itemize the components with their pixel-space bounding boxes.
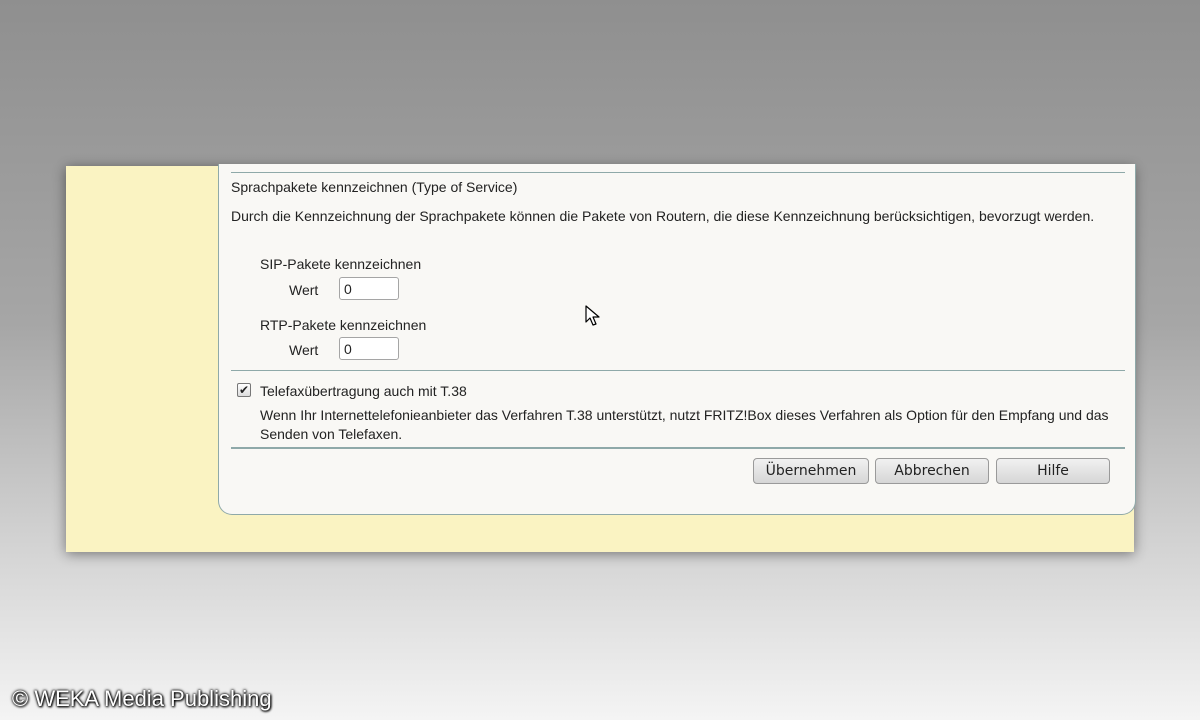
fax-t38-description: Wenn Ihr Internettelefonieanbieter das V… — [260, 407, 1109, 442]
sip-value-input[interactable] — [339, 277, 399, 300]
fax-t38-label: Telefaxübertragung auch mit T.38 — [260, 383, 467, 399]
rtp-value-label: Wert — [289, 342, 319, 358]
section-title: Sprachpakete kennzeichnen (Type of Servi… — [231, 179, 518, 195]
divider-top — [231, 172, 1125, 173]
sip-label: SIP-Pakete kennzeichnen — [260, 256, 422, 272]
apply-button[interactable]: Übernehmen — [753, 458, 869, 484]
rtp-label: RTP-Pakete kennzeichnen — [260, 317, 427, 333]
divider-bottom — [231, 447, 1125, 449]
sip-value-label: Wert — [289, 282, 319, 298]
mouse-pointer-icon — [585, 305, 600, 326]
section-description: Durch die Kennzeichnung der Sprachpakete… — [231, 208, 1095, 224]
copyright-watermark: © WEKA Media Publishing — [12, 686, 272, 711]
fritzbox-window: Sprachpakete kennzeichnen (Type of Servi… — [66, 164, 1136, 552]
cancel-button[interactable]: Abbrechen — [875, 458, 989, 484]
help-button[interactable]: Hilfe — [996, 458, 1110, 484]
rtp-value-input[interactable] — [339, 337, 399, 360]
fax-t38-checkbox[interactable]: ✔ — [237, 383, 251, 397]
checkmark-icon: ✔ — [238, 383, 250, 397]
divider-middle — [231, 370, 1125, 371]
settings-panel: Sprachpakete kennzeichnen (Type of Servi… — [218, 164, 1136, 515]
